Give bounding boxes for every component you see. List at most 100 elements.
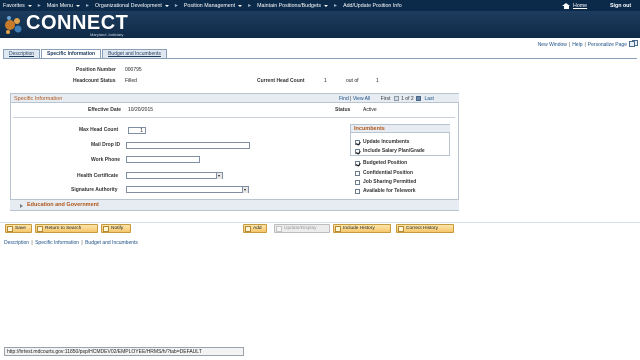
nav-position-management[interactable]: Position Management	[178, 0, 248, 11]
checkbox[interactable]	[355, 139, 360, 145]
tab-specific-information-label: Specific Information	[47, 51, 96, 57]
chevron-down-icon	[76, 4, 81, 7]
effective-date-value: 10/20/2015	[128, 107, 154, 113]
confidential-position-checkbox[interactable]: Confidential Position	[355, 170, 413, 176]
personalize-page-link[interactable]: Personalize Page	[588, 42, 627, 48]
tab-budget-incumbents[interactable]: Budget and Incumbents	[102, 49, 167, 58]
include-salary-plan-checkbox[interactable]: Include Salary Plan/Grade	[355, 148, 425, 154]
new-window-link[interactable]: New Window	[538, 42, 567, 48]
checkbox[interactable]	[355, 160, 360, 166]
link-separator: |	[584, 42, 586, 48]
update-incumbents-checkbox[interactable]: Update Incumbents	[355, 139, 409, 145]
link-separator: |	[80, 240, 85, 246]
add-label: Add	[253, 226, 262, 231]
help-link[interactable]: Help	[572, 42, 582, 48]
notify-label: Notify	[111, 226, 124, 231]
first-label: First	[380, 96, 391, 102]
bottom-link-specific-information[interactable]: Specific Information	[35, 240, 79, 246]
max-head-count-label: Max Head Count	[79, 127, 119, 133]
add-button[interactable]: Add	[243, 224, 267, 233]
checkbox-label: Update Incumbents	[363, 139, 410, 145]
prev-icon[interactable]	[393, 96, 399, 101]
group-navigation: Find | View All First 1 of 2 Last	[339, 96, 434, 102]
education-government-title: Education and Government	[27, 202, 99, 208]
update-icon	[276, 225, 282, 232]
nav-main-menu[interactable]: Main Menu	[41, 0, 86, 11]
checkbox[interactable]	[355, 179, 360, 185]
next-icon[interactable]	[416, 96, 422, 101]
page-tabs: Description Specific Information Budget …	[3, 49, 168, 58]
brand-subtitle: Maryland Judiciary	[90, 32, 124, 37]
nav-maintain-positions[interactable]: Maintain Positions/Budgets	[251, 0, 334, 11]
banner: CONNECT Maryland Judiciary	[0, 11, 640, 38]
bottom-link-description[interactable]: Description	[4, 240, 29, 246]
checkbox-label: Include Salary Plan/Grade	[363, 148, 425, 154]
nav-current-page: Add/Update Position Info	[337, 0, 408, 11]
budgeted-position-checkbox[interactable]: Budgeted Position	[355, 160, 407, 166]
expand-triangle-icon[interactable]	[20, 203, 23, 208]
correct-history-label: Correct History	[406, 226, 438, 231]
last-link[interactable]: Last	[424, 96, 433, 102]
find-link[interactable]: Find	[339, 96, 349, 102]
nav-org-development[interactable]: Organizational Development	[89, 0, 175, 11]
telework-checkbox[interactable]: Available for Telework	[355, 188, 416, 194]
nav-main-menu-label: Main Menu	[46, 2, 74, 9]
tab-specific-information[interactable]: Specific Information	[41, 49, 102, 58]
incumbents-title: Incumbents	[354, 126, 385, 132]
status-label: Status	[335, 107, 351, 113]
education-government-section[interactable]: Education and Government	[10, 199, 459, 210]
view-all-link[interactable]: View All	[353, 96, 370, 102]
checkbox[interactable]	[355, 148, 360, 154]
checkbox-label: Confidential Position	[363, 170, 413, 176]
health-certificate-select[interactable]	[126, 172, 223, 179]
work-phone-input[interactable]	[126, 156, 200, 163]
update-label: Update/Display	[284, 226, 317, 231]
print-icon[interactable]	[629, 41, 635, 47]
signature-authority-select[interactable]	[126, 186, 249, 193]
connect-logo-icon	[5, 16, 22, 34]
notify-button[interactable]: Notify	[101, 224, 131, 233]
home-link[interactable]: Home	[562, 0, 587, 11]
group-header: Specific Information Find | View All Fir…	[11, 94, 459, 103]
status-bar-url: http://hrtest.mdcourts.gov:11850/psp/HCM…	[4, 347, 244, 356]
update-display-button[interactable]: Update/Display	[274, 224, 330, 233]
save-button[interactable]: Save	[5, 224, 32, 233]
checkbox[interactable]	[355, 170, 360, 176]
chevron-down-icon	[164, 4, 169, 7]
sign-out-link[interactable]: Sign out	[610, 0, 631, 11]
include-history-button[interactable]: Include History	[333, 224, 391, 233]
return-to-search-button[interactable]: Return to Search	[35, 224, 98, 233]
correct-history-button[interactable]: Correct History	[396, 224, 454, 233]
effective-date-label: Effective Date	[88, 107, 122, 113]
tab-description-label: Description	[9, 51, 35, 57]
include-history-label: Include History	[343, 226, 375, 231]
nav-position-management-label: Position Management	[183, 2, 236, 9]
link-separator: |	[30, 240, 35, 246]
home-label: Home	[573, 2, 588, 9]
return-label: Return to Search	[45, 226, 82, 231]
tab-description[interactable]: Description	[3, 49, 41, 58]
mail-drop-label: Mail Drop ID	[91, 142, 121, 148]
tab-divider	[3, 58, 637, 59]
mail-drop-input[interactable]	[126, 142, 250, 149]
chevron-down-icon	[27, 4, 32, 7]
bottom-link-budget-incumbents[interactable]: Budget and Incumbents	[85, 240, 138, 246]
checkbox-label: Job Sharing Permitted	[363, 179, 417, 185]
checkbox[interactable]	[355, 188, 360, 194]
checkbox-label: Budgeted Position	[363, 160, 408, 166]
headcount-status-label: Headcount Status	[73, 78, 116, 84]
current-head-count-value: 1	[324, 78, 327, 84]
max-head-count-input[interactable]: 1	[128, 127, 146, 134]
nav-favorites[interactable]: Favorites	[0, 0, 38, 11]
save-icon	[7, 225, 13, 232]
job-sharing-checkbox[interactable]: Job Sharing Permitted	[355, 179, 416, 185]
utility-links: New Window | Help | Personalize Page	[538, 42, 627, 48]
nav-current-label: Add/Update Position Info	[343, 2, 402, 9]
out-of-label: out of	[346, 78, 359, 84]
health-certificate-label: Health Certificate	[77, 173, 119, 179]
status-value: Active	[363, 107, 377, 113]
current-head-count-label: Current Head Count	[257, 78, 305, 84]
dropdown-arrow-icon	[216, 173, 222, 179]
chevron-down-icon	[324, 4, 329, 7]
dropdown-arrow-icon	[242, 187, 248, 193]
